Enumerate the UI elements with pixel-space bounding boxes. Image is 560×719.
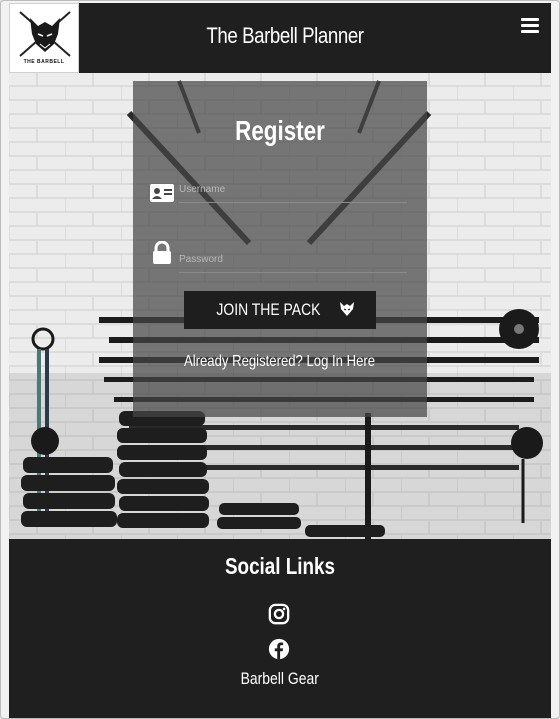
logo-text: THE BARBELL (23, 59, 65, 65)
social-links-title: Social Links (224, 553, 336, 579)
footer: Social Links Barbell Gear (9, 539, 551, 718)
username-field (179, 177, 407, 203)
password-field (179, 247, 407, 273)
instagram-icon[interactable] (268, 603, 290, 625)
register-title: Register (235, 115, 325, 146)
login-link[interactable]: Already Registered? Log In Here (133, 353, 427, 371)
site-logo[interactable]: THE BARBELL (9, 3, 79, 73)
site-brand[interactable]: The Barbell Planner (110, 23, 460, 49)
barbell-gear-text: Barbell Gear (240, 669, 320, 688)
wolf-icon (339, 302, 354, 316)
navbar: THE BARBELL The Barbell Planner (9, 3, 551, 73)
id-card-icon (150, 184, 174, 202)
join-button-label: JOIN THE PACK (216, 300, 321, 319)
hero-background: Register JOIN THE PACK (9, 73, 551, 539)
password-input[interactable] (179, 247, 407, 272)
browser-frame: THE BARBELL The Barbell Planner Register… (0, 0, 560, 719)
lock-icon (153, 241, 171, 264)
login-link-text: Already Registered? Log In Here (184, 353, 376, 370)
barbell-gear-link[interactable]: Barbell Gear (9, 669, 551, 689)
wolf-logo-icon (19, 11, 71, 57)
register-form: Register JOIN THE PACK (133, 81, 427, 417)
hamburger-menu-icon[interactable] (521, 18, 539, 34)
join-the-pack-button[interactable]: JOIN THE PACK (184, 291, 376, 329)
username-input[interactable] (179, 177, 407, 202)
facebook-icon[interactable] (268, 638, 290, 660)
